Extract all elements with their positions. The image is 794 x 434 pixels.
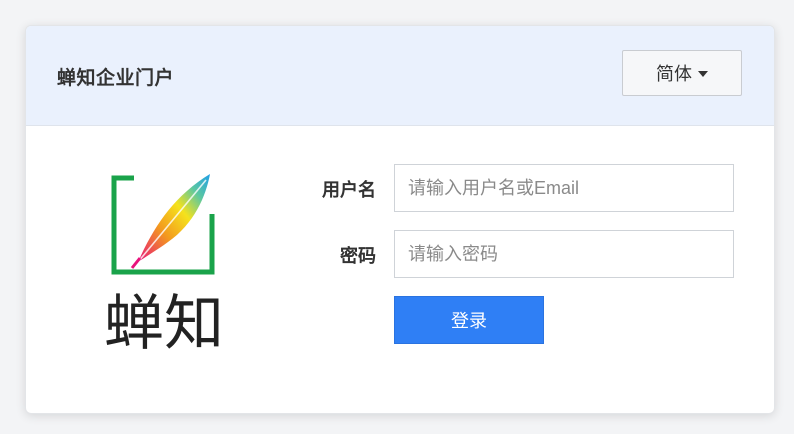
portal-title: 蝉知企业门户 xyxy=(57,68,175,89)
chanzhi-logo: 蝉知 xyxy=(94,166,234,356)
language-label: 简体 xyxy=(656,64,692,84)
username-input[interactable] xyxy=(394,164,734,212)
login-button[interactable]: 登录 xyxy=(394,296,544,344)
login-header: 蝉知企业门户 简体 xyxy=(26,26,774,126)
logo-text: 蝉知 xyxy=(104,289,224,356)
login-card: 蝉知企业门户 简体 蝉知 用户名 请输入用户名或Email 密码 登录 xyxy=(25,25,775,414)
language-dropdown-button[interactable]: 简体 xyxy=(622,50,742,96)
password-input[interactable] xyxy=(394,230,734,278)
username-label: 用户名 xyxy=(322,180,376,200)
feather-quill-logo-icon: 蝉知 xyxy=(104,174,224,356)
caret-down-icon xyxy=(698,71,708,77)
password-label: 密码 xyxy=(340,246,376,266)
